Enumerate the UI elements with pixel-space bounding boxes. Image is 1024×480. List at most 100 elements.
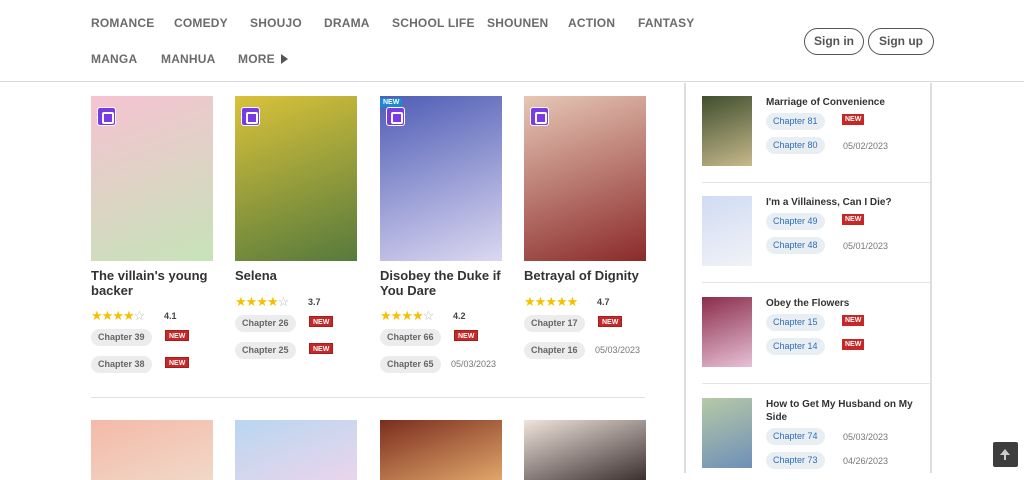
chapter-link[interactable]: Chapter 17 [524, 315, 585, 332]
cover-new-tag: NEW [380, 98, 403, 107]
star-icon: ★ [122, 308, 135, 323]
star-icon: ★ [555, 294, 568, 309]
cover-image[interactable] [524, 420, 646, 480]
rating-value: 4.2 [453, 311, 466, 321]
sidebar-item[interactable]: How to Get My Husband on My Side Chapter … [702, 398, 930, 470]
star-icon: ★ [256, 294, 268, 309]
chapter-date: 05/02/2023 [843, 141, 889, 151]
rating-value: 4.7 [597, 297, 610, 307]
sidebar-chapter-link[interactable]: Chapter 15 [766, 314, 825, 331]
sidebar-item[interactable]: I'm a Villainess, Can I Die? Chapter 49 NE… [702, 196, 930, 268]
chapter-link[interactable]: Chapter 66 [380, 329, 441, 346]
nav-romance[interactable]: ROMANCE [91, 16, 154, 30]
manga-card[interactable]: The villain's young backer ★★★★☆ 4.1 Chapte… [91, 96, 213, 386]
sidebar-title[interactable]: Obey the Flowers [766, 297, 926, 310]
sidebar-list: Marriage of Convenience Chapter 81 NEW Chap… [684, 83, 932, 473]
sidebar-thumbnail[interactable] [702, 297, 752, 367]
card-title[interactable]: The villain's young backer [91, 268, 221, 298]
sidebar-thumbnail[interactable] [702, 96, 752, 166]
new-badge: NEW [842, 114, 865, 125]
publisher-badge-icon [241, 107, 260, 126]
cover-image[interactable]: NEW [380, 96, 502, 261]
nav-manhua[interactable]: MANHUA [161, 52, 216, 66]
chapter-link[interactable]: Chapter 38 [91, 356, 152, 373]
chapter-date: 05/03/2023 [843, 432, 889, 442]
rating-value: 4.1 [164, 311, 177, 321]
chapter-date: 05/03/2023 [451, 359, 497, 369]
sidebar-title[interactable]: I'm a Villainess, Can I Die? [766, 196, 926, 209]
sidebar-chapter-link[interactable]: Chapter 14 [766, 338, 825, 355]
sidebar-separator [702, 383, 930, 384]
latest-updates-grid: The villain's young backer ★★★★☆ 4.1 Chapte… [0, 83, 684, 480]
sidebar-chapter-link[interactable]: Chapter 80 [766, 137, 825, 154]
star-icon: ★ [112, 308, 124, 323]
sidebar-title[interactable]: Marriage of Convenience [766, 96, 926, 109]
sidebar-item[interactable]: Marriage of Convenience Chapter 81 NEW Chap… [702, 96, 930, 168]
star-rating: ★★★★☆ [235, 294, 289, 310]
publisher-badge-icon [530, 107, 549, 126]
star-icon: ★ [534, 294, 547, 309]
chapter-date: 04/26/2023 [843, 456, 889, 466]
triangle-right-icon [280, 54, 288, 64]
nav-drama[interactable]: DRAMA [324, 16, 370, 30]
sidebar-chapter-link[interactable]: Chapter 73 [766, 452, 825, 469]
card-title[interactable]: Disobey the Duke if You Dare [380, 268, 510, 298]
sidebar-separator [702, 182, 930, 183]
cover-image[interactable] [91, 420, 213, 480]
new-badge: NEW [165, 330, 190, 341]
star-icon: ★ [390, 308, 403, 323]
nav-manga[interactable]: MANGA [91, 52, 137, 66]
chapter-date: 05/01/2023 [843, 241, 889, 251]
sidebar-item[interactable]: Obey the Flowers Chapter 15 NEW Chapter 14 N… [702, 297, 930, 369]
chapter-link[interactable]: Chapter 25 [235, 342, 296, 359]
sidebar-chapter-link[interactable]: Chapter 74 [766, 428, 825, 445]
cover-image[interactable] [91, 96, 213, 261]
star-icon: ★ [401, 308, 413, 323]
back-to-top-button[interactable] [993, 442, 1018, 467]
sign-up-button[interactable]: Sign up [868, 28, 934, 55]
sidebar-thumbnail[interactable] [702, 196, 752, 266]
nav-shoujo[interactable]: SHOUJO [250, 16, 302, 30]
manga-card[interactable]: NEW Disobey the Duke if You Dare ★★★★☆ 4.2 C… [380, 96, 502, 386]
star-icon: ★ [566, 294, 579, 309]
star-icon: ★ [245, 294, 258, 309]
sidebar-chapter-link[interactable]: Chapter 48 [766, 237, 825, 254]
chapter-link[interactable]: Chapter 16 [524, 342, 585, 359]
nav-fantasy[interactable]: FANTASY [638, 16, 695, 30]
manga-card[interactable]: Selena ★★★★☆ 3.7 Chapter 26 NEW Chapter 25 NEW [235, 96, 357, 386]
sidebar-title[interactable]: How to Get My Husband on My Side [766, 398, 926, 424]
sign-in-button[interactable]: Sign in [804, 28, 864, 55]
sidebar-separator [702, 282, 930, 283]
chapter-date: 05/03/2023 [595, 345, 641, 355]
star-icon: ★ [411, 308, 424, 323]
publisher-badge-icon [386, 107, 405, 126]
star-rating: ★★★★☆ [380, 308, 434, 324]
new-badge: NEW [309, 343, 334, 354]
chapter-link[interactable]: Chapter 26 [235, 315, 296, 332]
star-rating: ★★★★☆ [91, 308, 145, 324]
nav-comedy[interactable]: COMEDY [174, 16, 228, 30]
rating-value: 3.7 [308, 297, 321, 307]
card-title[interactable]: Selena [235, 268, 365, 283]
manga-card[interactable]: Betrayal of Dignity ★★★★★ 4.7 Chapter 17 NEW… [524, 96, 646, 386]
sidebar-chapter-link[interactable]: Chapter 49 [766, 213, 825, 230]
nav-more[interactable]: MORE [238, 52, 288, 66]
cover-image[interactable] [380, 420, 502, 480]
card-title[interactable]: Betrayal of Dignity [524, 268, 654, 283]
star-icon: ★ [101, 308, 114, 323]
sidebar-chapter-link[interactable]: Chapter 81 [766, 113, 825, 130]
nav-action[interactable]: ACTION [568, 16, 615, 30]
nav-shounen[interactable]: SHOUNEN [487, 16, 548, 30]
star-rating: ★★★★★ [524, 294, 579, 310]
cover-image[interactable] [235, 420, 357, 480]
chapter-link[interactable]: Chapter 65 [380, 356, 441, 373]
new-badge: NEW [309, 316, 334, 327]
star-icon: ★ [91, 308, 103, 323]
chapter-link[interactable]: Chapter 39 [91, 329, 152, 346]
nav-school-life[interactable]: SCHOOL LIFE [392, 16, 475, 30]
new-badge: NEW [165, 357, 190, 368]
cover-image[interactable] [524, 96, 646, 261]
new-badge: NEW [842, 339, 865, 350]
cover-image[interactable] [235, 96, 357, 261]
sidebar-thumbnail[interactable] [702, 398, 752, 468]
